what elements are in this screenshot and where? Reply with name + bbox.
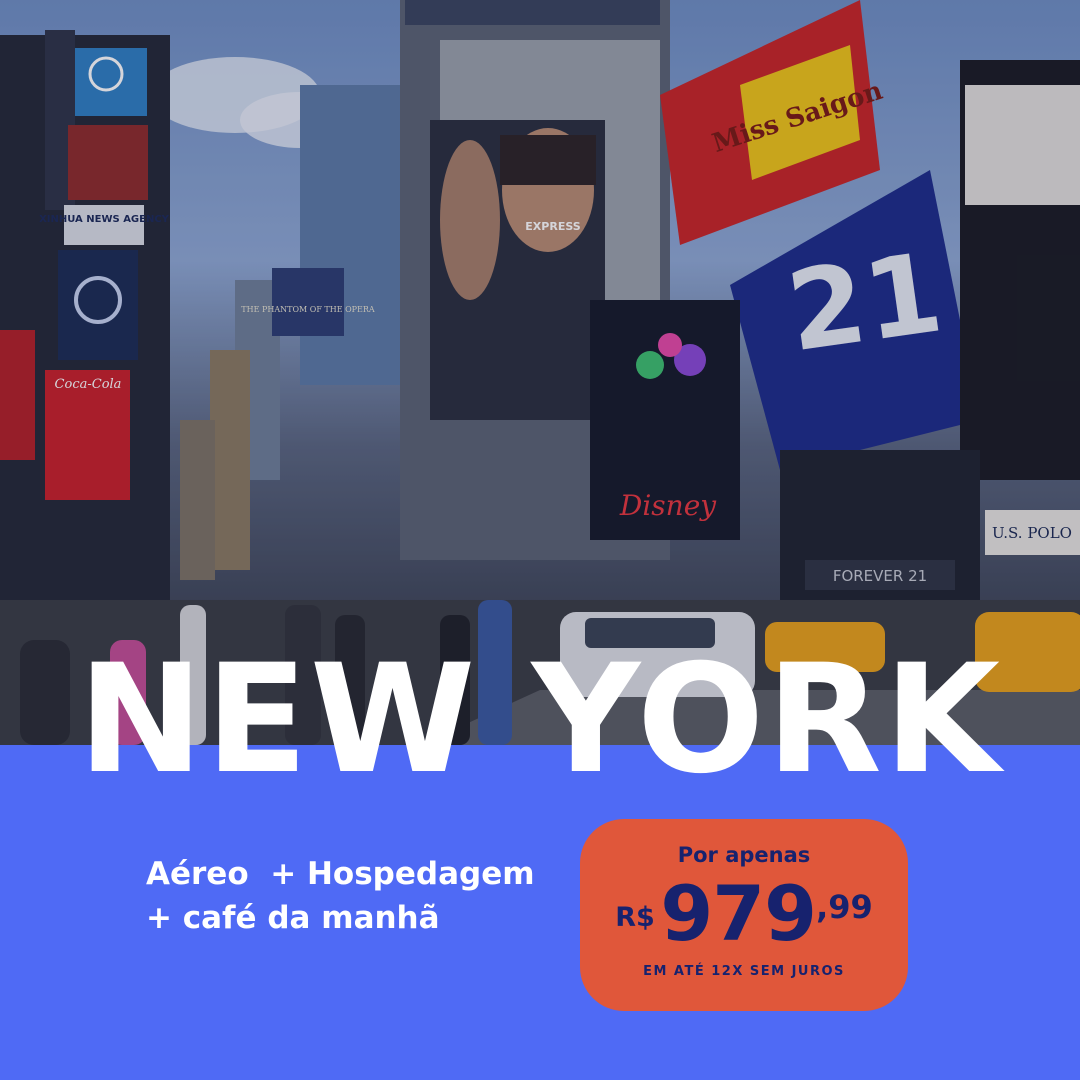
feature-line-2: + café da manhã bbox=[146, 900, 440, 936]
feature-line-1: Aéreo + Hospedagem bbox=[146, 856, 535, 892]
price-card: Por apenas R$ 979,99 EM ATÉ 12X SEM JURO… bbox=[580, 819, 908, 1011]
installments-note: EM ATÉ 12X SEM JUROS bbox=[643, 964, 845, 979]
price-cents: ,99 bbox=[816, 888, 873, 926]
package-features: Aéreo + Hospedagem + café da manhã bbox=[146, 852, 535, 940]
travel-promo-poster: XINHUA NEWS AGENCY Coca-Cola THE PHANTOM… bbox=[0, 0, 1080, 1080]
price-label: Por apenas bbox=[677, 843, 811, 867]
price-currency: R$ bbox=[615, 902, 655, 933]
price-integer: 979 bbox=[660, 869, 817, 958]
price-value: R$ 979,99 bbox=[580, 869, 908, 958]
destination-title: NEW YORK bbox=[77, 633, 1003, 807]
